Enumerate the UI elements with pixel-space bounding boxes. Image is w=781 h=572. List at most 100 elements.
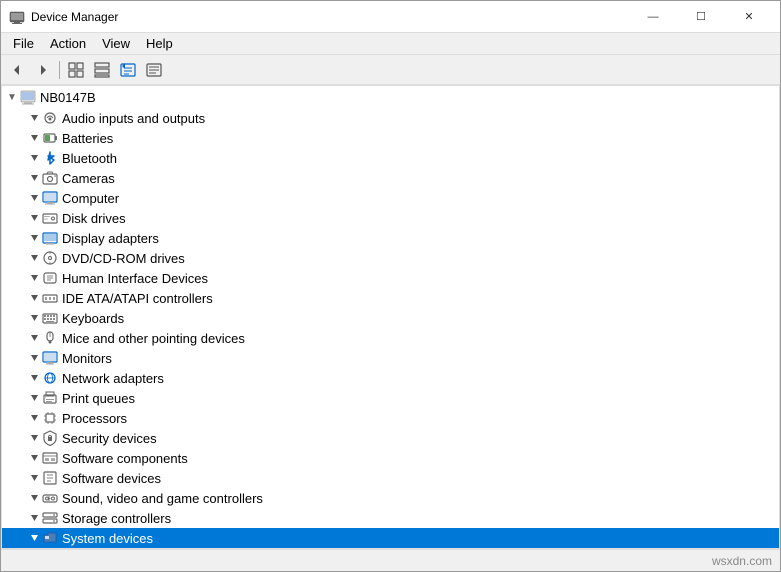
tree-item[interactable]: Audio inputs and outputs	[2, 108, 779, 128]
tree-item[interactable]: Security devices	[2, 428, 779, 448]
root-item[interactable]: ▼ NB0147B	[2, 86, 779, 108]
expand-icon[interactable]	[26, 190, 42, 206]
item-label: System devices	[62, 531, 153, 546]
menu-file[interactable]: File	[5, 33, 42, 55]
tree-item[interactable]: Sound, video and game controllers	[2, 488, 779, 508]
tree-item[interactable]: Batteries	[2, 128, 779, 148]
tree-item[interactable]: Disk drives	[2, 208, 779, 228]
close-button[interactable]: ✕	[726, 1, 772, 33]
menu-help[interactable]: Help	[138, 33, 181, 55]
expand-icon[interactable]	[26, 250, 42, 266]
item-label: IDE ATA/ATAPI controllers	[62, 291, 213, 306]
item-label: Batteries	[62, 131, 113, 146]
tree-item[interactable]: Human Interface Devices	[2, 268, 779, 288]
device-tree[interactable]: ▼ NB0147B Audio inputs and outputs Batter…	[1, 85, 780, 549]
tree-item[interactable]: Software devices	[2, 468, 779, 488]
toolbar-separator-1	[59, 61, 60, 79]
root-expand-icon[interactable]: ▼	[4, 89, 20, 105]
status-bar: wsxdn.com	[1, 549, 780, 571]
expand-icon[interactable]	[26, 450, 42, 466]
item-label: Audio inputs and outputs	[62, 111, 205, 126]
item-label: Monitors	[62, 351, 112, 366]
tree-items-list: Audio inputs and outputs Batteries Bluetoo…	[2, 108, 779, 549]
item-type-icon	[42, 510, 58, 526]
tree-item[interactable]: Print queues	[2, 388, 779, 408]
item-label: Keyboards	[62, 311, 124, 326]
menu-bar: File Action View Help	[1, 33, 780, 55]
item-label: Human Interface Devices	[62, 271, 208, 286]
tree-item[interactable]: Keyboards	[2, 308, 779, 328]
menu-view[interactable]: View	[94, 33, 138, 55]
tree-item[interactable]: DVD/CD-ROM drives	[2, 248, 779, 268]
item-label: Storage controllers	[62, 511, 171, 526]
tree-item[interactable]: Cameras	[2, 168, 779, 188]
root-label: NB0147B	[40, 90, 96, 105]
expand-icon[interactable]	[26, 170, 42, 186]
expand-icon[interactable]	[26, 290, 42, 306]
item-type-icon	[42, 110, 58, 126]
tree-item[interactable]: Bluetooth	[2, 148, 779, 168]
expand-icon[interactable]	[26, 330, 42, 346]
item-type-icon	[42, 130, 58, 146]
item-type-icon	[42, 390, 58, 406]
item-type-icon	[42, 350, 58, 366]
item-type-icon	[42, 230, 58, 246]
item-type-icon	[42, 430, 58, 446]
title-bar: Device Manager — ☐ ✕	[1, 1, 780, 33]
expand-icon[interactable]	[26, 130, 42, 146]
expand-icon[interactable]	[26, 230, 42, 246]
expand-icon[interactable]	[26, 490, 42, 506]
tree-item[interactable]: Monitors	[2, 348, 779, 368]
expand-icon[interactable]	[26, 110, 42, 126]
tree-item[interactable]: Processors	[2, 408, 779, 428]
expand-icon[interactable]	[26, 210, 42, 226]
tree-item[interactable]: Mice and other pointing devices	[2, 328, 779, 348]
item-label: Cameras	[62, 171, 115, 186]
item-label: Software components	[62, 451, 188, 466]
item-type-icon	[42, 210, 58, 226]
item-type-icon	[42, 150, 58, 166]
wsxdn-watermark: wsxdn.com	[708, 550, 776, 572]
tree-item[interactable]: IDE ATA/ATAPI controllers	[2, 288, 779, 308]
expand-icon[interactable]	[26, 370, 42, 386]
tree-item[interactable]: Network adapters	[2, 368, 779, 388]
maximize-button[interactable]: ☐	[678, 1, 724, 33]
item-type-icon	[42, 330, 58, 346]
expand-icon[interactable]	[26, 270, 42, 286]
expand-icon[interactable]	[26, 470, 42, 486]
tree-item[interactable]: System devices	[2, 528, 779, 548]
tree-item[interactable]: Display adapters	[2, 228, 779, 248]
item-type-icon	[42, 450, 58, 466]
expand-icon[interactable]	[26, 390, 42, 406]
expand-icon[interactable]	[26, 410, 42, 426]
expand-icon[interactable]	[26, 530, 42, 546]
item-type-icon	[42, 410, 58, 426]
toolbar	[1, 55, 780, 85]
expand-icon[interactable]	[26, 310, 42, 326]
item-label: Security devices	[62, 431, 157, 446]
expand-icon[interactable]	[26, 430, 42, 446]
window-controls: — ☐ ✕	[630, 1, 772, 33]
item-label: Computer	[62, 191, 119, 206]
view-devices-by-connection-button[interactable]	[90, 58, 114, 82]
forward-button[interactable]	[31, 58, 55, 82]
menu-action[interactable]: Action	[42, 33, 94, 55]
tree-item[interactable]: Storage controllers	[2, 508, 779, 528]
tree-item[interactable]: Computer	[2, 188, 779, 208]
item-label: Print queues	[62, 391, 135, 406]
expand-icon[interactable]	[26, 510, 42, 526]
device-manager-window: Device Manager — ☐ ✕ File Action View He…	[0, 0, 781, 572]
view-devices-by-type-button[interactable]	[64, 58, 88, 82]
view-resources-by-connection-button[interactable]	[142, 58, 166, 82]
expand-icon[interactable]	[26, 150, 42, 166]
expand-icon[interactable]	[26, 350, 42, 366]
item-label: Mice and other pointing devices	[62, 331, 245, 346]
view-resources-by-type-button[interactable]	[116, 58, 140, 82]
item-type-icon	[42, 470, 58, 486]
item-type-icon	[42, 530, 58, 546]
item-label: Software devices	[62, 471, 161, 486]
back-button[interactable]	[5, 58, 29, 82]
root-icon	[20, 89, 36, 105]
tree-item[interactable]: Software components	[2, 448, 779, 468]
minimize-button[interactable]: —	[630, 1, 676, 33]
